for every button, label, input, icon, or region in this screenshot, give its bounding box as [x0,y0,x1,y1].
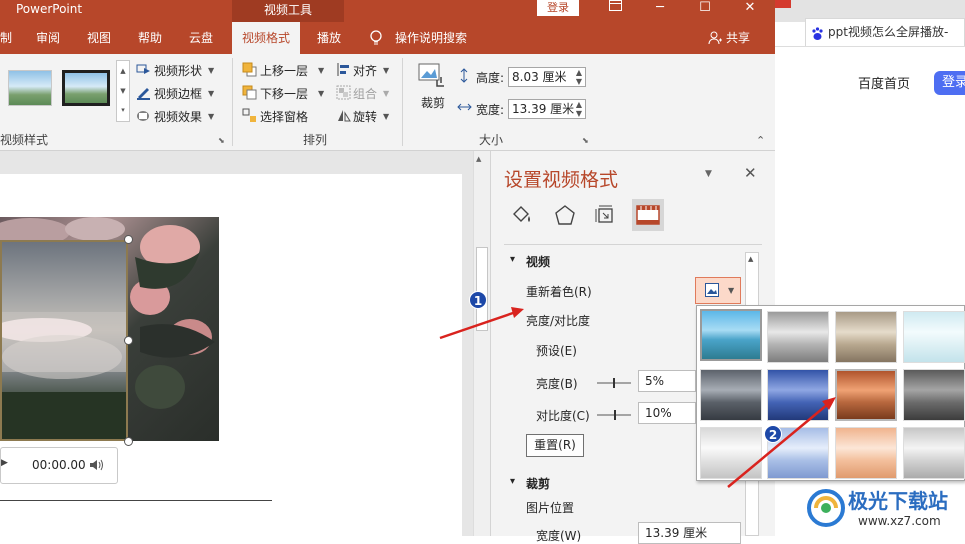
watermark: 极光下载站 www.xz7.com [806,483,965,536]
watermark-url: www.xz7.com [858,514,941,528]
annotation-badge-2: 2 [764,425,782,443]
watermark-logo-icon [806,486,846,533]
annotation-badge-1: 1 [469,291,487,309]
watermark-name: 极光下载站 [848,489,948,513]
annotation-arrowhead [511,307,524,318]
annotation-arrow-1 [439,310,517,340]
annotation-arrow-2 [727,403,829,488]
annotation-arrows [439,307,836,488]
